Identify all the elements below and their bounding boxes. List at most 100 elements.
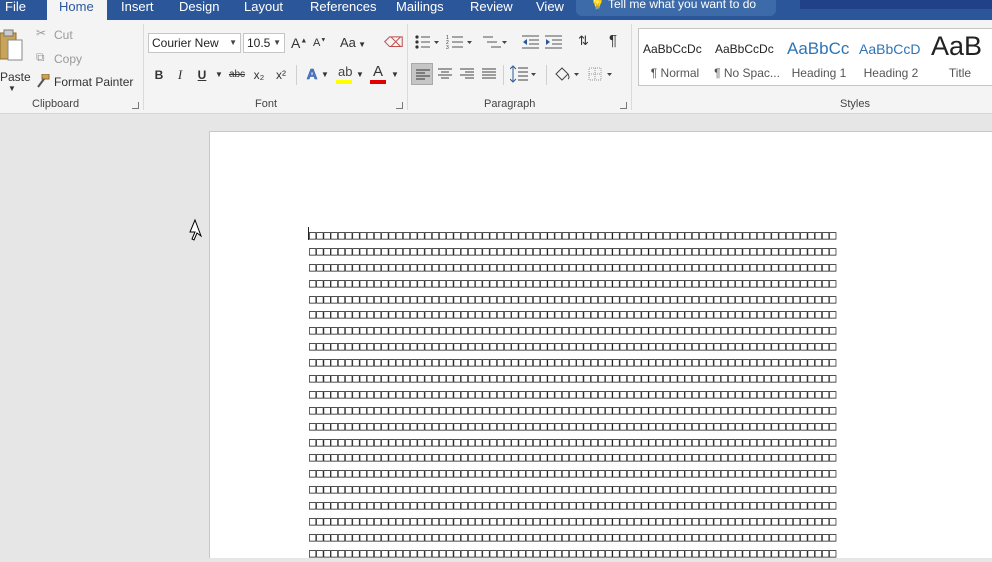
font-group-label: Font bbox=[255, 98, 278, 110]
format-painter-button[interactable]: Format Painter bbox=[54, 75, 133, 89]
text-line: □□□□□□□□□□□□□□□□□□□□□□□□□□□□□□□□□□□□□□□□… bbox=[309, 450, 837, 465]
text-line: □□□□□□□□□□□□□□□□□□□□□□□□□□□□□□□□□□□□□□□□… bbox=[309, 228, 837, 242]
text-line: □□□□□□□□□□□□□□□□□□□□□□□□□□□□□□□□□□□□□□□□… bbox=[309, 529, 837, 544]
font-color-letter: A bbox=[373, 63, 384, 80]
cut-button[interactable]: Cut bbox=[54, 28, 73, 42]
chevron-down-icon: ▼ bbox=[8, 84, 16, 93]
copy-button[interactable]: Copy bbox=[54, 52, 82, 66]
text-line: □□□□□□□□□□□□□□□□□□□□□□□□□□□□□□□□□□□□□□□□… bbox=[309, 434, 837, 449]
redacted-scribble bbox=[800, 0, 992, 9]
copy-icon: ⧉ bbox=[36, 50, 45, 64]
style-heading-2[interactable]: AaBbCcD Heading 2 bbox=[855, 29, 927, 87]
justify-icon[interactable] bbox=[480, 65, 498, 83]
text-line: □□□□□□□□□□□□□□□□□□□□□□□□□□□□□□□□□□□□□□□□… bbox=[309, 323, 837, 338]
group-divider bbox=[631, 24, 632, 110]
divider bbox=[546, 65, 547, 85]
show-formatting-marks-button[interactable]: ¶ bbox=[609, 32, 617, 49]
chevron-down-icon: ▼ bbox=[229, 38, 237, 47]
styles-group-label: Styles bbox=[840, 98, 870, 110]
bold-button[interactable]: B bbox=[152, 66, 166, 84]
style-normal[interactable]: AaBbCcDc ¶ Normal bbox=[639, 29, 711, 87]
tab-mailings[interactable]: Mailings bbox=[396, 0, 444, 20]
paintbrush-icon bbox=[37, 74, 50, 88]
text-line: □□□□□□□□□□□□□□□□□□□□□□□□□□□□□□□□□□□□□□□□… bbox=[309, 355, 837, 370]
tab-insert[interactable]: Insert bbox=[121, 0, 154, 20]
align-right-icon[interactable] bbox=[458, 65, 476, 83]
tab-home[interactable]: Home bbox=[47, 0, 107, 20]
align-left-icon bbox=[416, 69, 430, 80]
chevron-down-icon[interactable]: ▼ bbox=[214, 66, 224, 84]
style-preview: AaBbCc bbox=[787, 39, 850, 58]
text-effects-button[interactable]: A bbox=[305, 66, 319, 84]
style-no-spacing[interactable]: AaBbCcDc ¶ No Spac... bbox=[711, 29, 783, 87]
tell-me-text: Tell me what you want to do bbox=[608, 0, 757, 11]
tab-references[interactable]: References bbox=[310, 0, 376, 20]
style-heading-1[interactable]: AaBbCc Heading 1 bbox=[783, 29, 855, 87]
chevron-down-icon[interactable]: ▼ bbox=[356, 66, 364, 84]
paste-button[interactable]: Paste ▼ bbox=[0, 26, 31, 96]
style-preview: AaBbCcDc bbox=[643, 42, 702, 56]
font-size-value: 10.5 bbox=[247, 36, 271, 50]
font-size-combo[interactable]: 10.5 ▼ bbox=[243, 33, 285, 53]
styles-gallery: AaBbCcDc ¶ Normal AaBbCcDc ¶ No Spac... … bbox=[638, 28, 992, 86]
superscript-button[interactable]: x² bbox=[273, 66, 289, 84]
tab-review[interactable]: Review bbox=[470, 0, 513, 20]
style-title[interactable]: AaB Title bbox=[927, 29, 992, 87]
scissors-icon: ✂ bbox=[36, 26, 47, 40]
tell-me-search[interactable]: 💡 Tell me what you want to do bbox=[576, 0, 776, 16]
borders-icon[interactable] bbox=[587, 65, 615, 83]
style-name: Heading 1 bbox=[791, 66, 847, 80]
chevron-down-icon[interactable]: ▼ bbox=[321, 66, 329, 84]
shading-icon[interactable] bbox=[553, 65, 581, 83]
bullets-icon[interactable] bbox=[414, 34, 440, 50]
style-preview: AaBbCcDc bbox=[715, 42, 774, 56]
tab-design[interactable]: Design bbox=[179, 0, 219, 20]
multilevel-list-icon[interactable] bbox=[481, 34, 509, 50]
grow-font-icon[interactable]: A▲ bbox=[291, 35, 307, 51]
tab-file[interactable]: File bbox=[0, 0, 36, 20]
chevron-down-icon: ▼ bbox=[273, 38, 281, 47]
paragraph-launcher-icon[interactable] bbox=[620, 102, 627, 109]
text-line: □□□□□□□□□□□□□□□□□□□□□□□□□□□□□□□□□□□□□□□□… bbox=[309, 418, 837, 433]
clear-formatting-icon[interactable]: ⌫ bbox=[384, 34, 404, 51]
align-center-icon[interactable] bbox=[436, 65, 454, 83]
underline-button[interactable]: U bbox=[196, 66, 208, 84]
text-line: □□□□□□□□□□□□□□□□□□□□□□□□□□□□□□□□□□□□□□□□… bbox=[309, 275, 837, 290]
style-preview: AaBbCcD bbox=[859, 41, 921, 57]
numbering-icon[interactable]: 1 2 3 bbox=[446, 34, 474, 50]
text-line: □□□□□□□□□□□□□□□□□□□□□□□□□□□□□□□□□□□□□□□□… bbox=[309, 386, 837, 401]
clipboard-paste-icon bbox=[0, 29, 23, 61]
change-case-button[interactable]: Aa ▼ bbox=[340, 35, 366, 50]
decrease-indent-icon[interactable] bbox=[522, 34, 540, 50]
subscript-button[interactable]: x₂ bbox=[251, 66, 267, 84]
font-family-value: Courier New bbox=[152, 36, 219, 50]
align-left-button[interactable] bbox=[411, 63, 433, 85]
font-family-combo[interactable]: Courier New ▼ bbox=[148, 33, 241, 53]
text-line: □□□□□□□□□□□□□□□□□□□□□□□□□□□□□□□□□□□□□□□□… bbox=[309, 402, 837, 417]
text-line: □□□□□□□□□□□□□□□□□□□□□□□□□□□□□□□□□□□□□□□□… bbox=[309, 482, 837, 497]
clipboard-launcher-icon[interactable] bbox=[132, 102, 139, 109]
text-line: □□□□□□□□□□□□□□□□□□□□□□□□□□□□□□□□□□□□□□□□… bbox=[309, 466, 837, 481]
mouse-pointer-icon bbox=[189, 218, 203, 241]
shrink-font-icon[interactable]: A▼ bbox=[313, 37, 326, 49]
ribbon-tab-bar: File Home Insert Design Layout Reference… bbox=[0, 0, 992, 20]
highlight-color-button[interactable]: ab bbox=[336, 64, 354, 86]
strikethrough-button[interactable]: abc bbox=[228, 66, 246, 84]
sort-icon[interactable]: ⇅ bbox=[578, 33, 589, 49]
highlighter-icon: ab bbox=[338, 64, 353, 79]
italic-button[interactable]: I bbox=[174, 66, 186, 84]
text-line: □□□□□□□□□□□□□□□□□□□□□□□□□□□□□□□□□□□□□□□□… bbox=[309, 243, 837, 258]
font-launcher-icon[interactable] bbox=[396, 102, 403, 109]
text-line: □□□□□□□□□□□□□□□□□□□□□□□□□□□□□□□□□□□□□□□□… bbox=[309, 498, 837, 513]
text-line: □□□□□□□□□□□□□□□□□□□□□□□□□□□□□□□□□□□□□□□□… bbox=[309, 307, 837, 322]
divider bbox=[503, 65, 504, 85]
document-body-text[interactable]: □□□□□□□□□□□□□□□□□□□□□□□□□□□□□□□□□□□□□□□□… bbox=[309, 228, 923, 562]
line-spacing-icon[interactable] bbox=[510, 65, 538, 83]
font-color-button[interactable]: A bbox=[370, 63, 388, 86]
highlight-swatch bbox=[336, 80, 352, 84]
tab-view[interactable]: View bbox=[536, 0, 564, 20]
tab-layout[interactable]: Layout bbox=[244, 0, 283, 20]
svg-text:3: 3 bbox=[446, 45, 449, 50]
increase-indent-icon[interactable] bbox=[545, 34, 563, 50]
chevron-down-icon[interactable]: ▼ bbox=[391, 66, 399, 84]
